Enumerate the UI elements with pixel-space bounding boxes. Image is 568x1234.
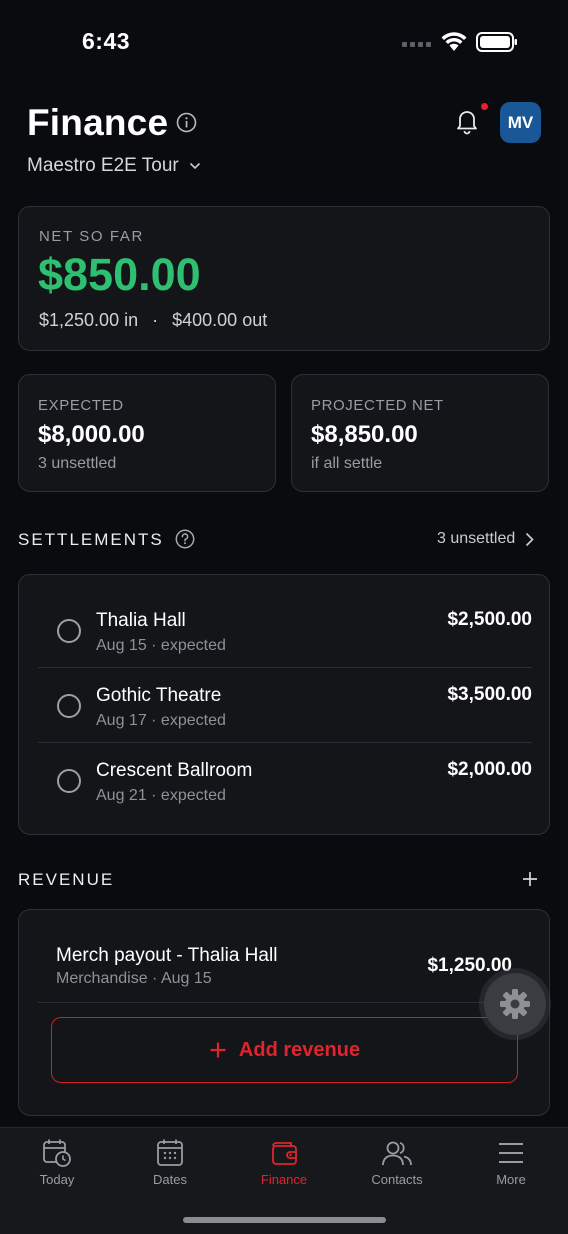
tab-more[interactable]: More [461,1138,561,1187]
settlement-sub: Aug 21 · expected [96,787,226,804]
revenue-item-amount: $1,250.00 [427,955,512,976]
projected-net-card: PROJECTED NET $8,850.00 if all settle [291,374,549,492]
settlement-row[interactable]: Crescent Ballroom Aug 21 · expected $2,0… [38,743,532,818]
help-icon[interactable] [175,529,195,554]
expected-sub: 3 unsettled [38,455,117,472]
radio-circle-icon[interactable] [57,619,81,643]
menu-icon [499,1143,523,1163]
revenue-title: REVENUE [18,870,115,889]
revenue-card: Merch payout - Thalia Hall Merchandise ·… [18,909,550,1116]
notifications-bell-icon[interactable] [452,106,482,141]
tab-contacts[interactable]: Contacts [347,1138,447,1187]
net-value: $850.00 [38,249,201,300]
radio-circle-icon[interactable] [57,769,81,793]
avatar[interactable]: MV [500,102,541,143]
wallet-icon [272,1142,297,1165]
settlement-sub: Aug 15 · expected [96,637,226,654]
expected-label: EXPECTED [38,397,124,414]
settlement-amount: $2,500.00 [447,609,532,630]
net-separator: · [152,310,159,330]
settlement-name: Gothic Theatre [96,685,222,706]
settlement-name: Crescent Ballroom [96,760,253,781]
revenue-item-name[interactable]: Merch payout - Thalia Hall [56,945,277,967]
settings-fab[interactable] [484,973,546,1035]
divider [38,1002,532,1003]
settlement-row[interactable]: Gothic Theatre Aug 17 · expected $3,500.… [38,668,532,743]
net-label: NET SO FAR [39,228,144,245]
revenue-item-sub: Merchandise · Aug 15 [56,970,212,987]
add-revenue-label: Add revenue [238,1038,361,1061]
radio-circle-icon[interactable] [57,694,81,718]
settlement-row[interactable]: Thalia Hall Aug 15 · expected $2,500.00 [38,593,532,668]
calendar-clock-icon [43,1139,71,1167]
cellular-signal-icon [402,42,431,47]
status-time: 6:43 [82,28,131,54]
chevron-right-icon [526,532,534,546]
tab-dates[interactable]: Dates [120,1138,220,1187]
settlements-card: Thalia Hall Aug 15 · expected $2,500.00 … [18,574,550,835]
projected-sub: if all settle [311,455,383,472]
chevron-down-icon [189,162,200,170]
wifi-icon [440,30,468,57]
gear-icon [500,989,530,1019]
net-so-far-card: NET SO FAR $850.00 $1,250.00 in · $400.0… [18,206,550,351]
settlement-sub: Aug 17 · expected [96,712,226,729]
plus-icon [210,1042,226,1058]
settlement-name: Thalia Hall [96,610,186,631]
info-icon[interactable] [176,112,197,138]
unsettled-link-label: 3 unsettled [437,530,516,547]
settlement-amount: $2,000.00 [447,759,532,780]
tab-label: Dates [153,1172,187,1187]
projected-value: $8,850.00 [311,421,418,448]
tab-label: Finance [260,1172,308,1187]
tour-name: Maestro E2E Tour [27,155,179,176]
tab-finance[interactable]: Finance [234,1138,334,1187]
add-revenue-button[interactable]: Add revenue [51,1017,518,1083]
tab-today[interactable]: Today [7,1138,107,1187]
net-out: $400.00 out [172,310,268,330]
settlement-amount: $3,500.00 [447,684,532,705]
tab-label: Today [39,1172,75,1187]
net-breakdown: $1,250.00 in · $400.00 out [39,310,267,331]
tour-selector[interactable]: Maestro E2E Tour [27,155,201,177]
settlements-title: SETTLEMENTS [18,530,164,549]
calendar-icon [157,1139,183,1166]
home-indicator [183,1217,386,1223]
net-in: $1,250.00 in [39,310,139,330]
tab-label: Contacts [371,1172,423,1187]
expected-card: EXPECTED $8,000.00 3 unsettled [18,374,276,492]
projected-label: PROJECTED NET [311,397,444,414]
unsettled-link[interactable]: 3 unsettled [437,530,534,548]
expected-value: $8,000.00 [38,421,145,448]
page-title: Finance [27,102,169,143]
users-icon [382,1141,412,1166]
add-revenue-plus-icon[interactable] [520,869,540,894]
tab-label: More [496,1172,526,1187]
notification-badge [481,103,488,110]
battery-icon [476,32,518,57]
